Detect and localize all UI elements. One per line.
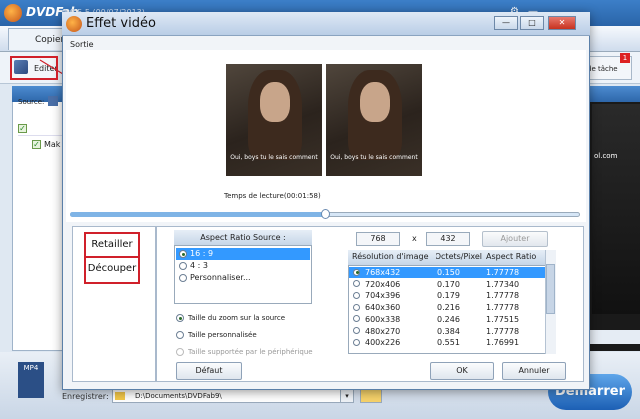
table-scrollbar-thumb[interactable] [546, 264, 555, 314]
item-label: Mak [44, 140, 61, 149]
aspect-ratio-header: Aspect Ratio Source : [174, 230, 312, 246]
source-video-frame: Oui, boys tu le sais comment [226, 64, 322, 176]
video-subtitle: Oui, boys tu le sais comment [230, 154, 318, 161]
seek-slider-thumb[interactable] [321, 209, 330, 219]
default-button[interactable]: Défaut [176, 362, 242, 380]
table-cell-ratio: 1.77340 [486, 279, 520, 289]
table-cell-bpp: 0.246 [437, 314, 460, 324]
preview-video [592, 104, 640, 314]
browse-folder-button[interactable] [360, 389, 382, 403]
aspect-ratio-option[interactable]: 16 : 9 [176, 248, 310, 260]
table-cell-bpp: 0.216 [437, 303, 460, 313]
radio-icon [353, 338, 360, 346]
table-cell-ratio: 1.77778 [486, 268, 520, 277]
radio-icon [353, 303, 360, 311]
radio-icon [353, 268, 360, 276]
table-cell-ratio: 1.77515 [486, 314, 520, 324]
zoom-source-label: Taille du zoom sur la source [188, 314, 286, 322]
height-field[interactable]: 432 [426, 232, 470, 246]
aspect-ratio-option[interactable]: Personnaliser... [176, 272, 310, 284]
table-cell-bpp: 0.170 [437, 279, 460, 289]
radio-icon [353, 327, 360, 334]
tab-crop[interactable]: Retailler [84, 232, 140, 258]
radio-icon [179, 274, 187, 282]
folder-small-icon [115, 392, 125, 400]
output-video-frame: Oui, boys tu le sais comment [326, 64, 422, 176]
table-cell-resolution: 720x406 [365, 279, 401, 289]
add-button[interactable]: Ajouter [482, 231, 548, 247]
table-cell-ratio: 1.76991 [486, 338, 520, 348]
seek-slider-fill [70, 212, 325, 217]
mp4-profile-icon[interactable]: MP4 [18, 362, 44, 398]
radio-icon [353, 280, 360, 288]
column-header-resolution[interactable]: Résolution d'image [352, 252, 429, 261]
table-cell-bpp: 0.150 [437, 268, 460, 277]
radio-icon [353, 315, 360, 323]
custom-size-label: Taille personnalisée [188, 331, 257, 339]
video-content [260, 82, 290, 122]
device-size-label: Taille supportée par le périphérique [188, 348, 313, 356]
table-cell-ratio: 1.77778 [486, 291, 520, 301]
save-label: Enregistrer: [62, 392, 109, 401]
table-cell-resolution: 480x270 [365, 326, 401, 336]
aspect-ratio-option-label: Personnaliser... [190, 273, 251, 282]
item-checkbox[interactable]: ✓ [32, 140, 41, 149]
table-cell-bpp: 0.179 [437, 291, 460, 301]
select-all-row: ✓ [18, 122, 64, 136]
width-field[interactable]: 768 [356, 232, 400, 246]
tab-cut[interactable]: Découper [84, 258, 140, 284]
table-row[interactable]: 600x338 0.246 1.77515 [349, 314, 548, 325]
table-cell-resolution: 768x432 [365, 268, 401, 277]
close-button[interactable]: ✕ [548, 16, 576, 30]
maximize-button[interactable]: □ [520, 16, 544, 30]
save-path-field[interactable]: D:\Documents\DVDFab9\ [112, 389, 354, 403]
table-cell-resolution: 704x396 [365, 291, 401, 301]
table-cell-resolution: 600x338 [365, 314, 401, 324]
tab-copy[interactable]: Copier [8, 28, 68, 50]
table-cell-resolution: 400x226 [365, 338, 401, 348]
source-icon[interactable] [48, 96, 58, 106]
zoom-source-radio[interactable] [176, 314, 184, 322]
table-row[interactable]: 704x396 0.179 1.77778 [349, 290, 548, 301]
ok-button[interactable]: OK [430, 362, 494, 380]
volume-slider[interactable] [590, 330, 640, 344]
dvdfab-logo-icon [66, 16, 82, 32]
chevron-down-icon[interactable]: ▾ [340, 389, 354, 403]
table-cell-resolution: 640x360 [365, 303, 401, 313]
source-label: Source: [18, 98, 45, 106]
table-cell-ratio: 1.77778 [486, 303, 520, 313]
aspect-ratio-option[interactable]: 4 : 3 [176, 260, 310, 272]
select-all-checkbox[interactable]: ✓ [18, 124, 27, 133]
table-row[interactable]: 480x270 0.384 1.77778 [349, 326, 548, 337]
dialog-title: Effet vidéo [86, 16, 156, 31]
radio-icon [179, 250, 187, 258]
table-row[interactable]: 400x226 0.551 1.76991 [349, 337, 548, 348]
table-cell-ratio: 1.77778 [486, 326, 520, 336]
device-size-radio[interactable] [176, 348, 184, 356]
radio-icon [353, 291, 360, 299]
times-sign: x [412, 234, 417, 243]
task-count-badge: 1 [620, 53, 630, 63]
video-content [360, 82, 390, 122]
radio-icon [179, 262, 187, 270]
column-header-bpp[interactable]: Octets/Pixel [436, 252, 482, 261]
video-subtitle: Oui, boys tu le sais comment [330, 154, 418, 161]
cancel-button[interactable]: Annuler [502, 362, 566, 380]
table-row[interactable]: 640x360 0.216 1.77778 [349, 302, 548, 313]
preview-url-text: ol.com [594, 152, 618, 160]
table-cell-bpp: 0.384 [437, 326, 460, 336]
table-row[interactable]: 768x432 0.150 1.77778 [349, 267, 548, 278]
custom-size-radio[interactable] [176, 331, 184, 339]
preview-panel-header [590, 86, 640, 102]
column-header-ratio[interactable]: Aspect Ratio [486, 252, 536, 261]
playback-time-label: Temps de lecture(00:01:58) [224, 192, 321, 200]
table-row[interactable]: 720x406 0.170 1.77340 [349, 279, 548, 290]
minimize-button[interactable]: — [494, 16, 518, 30]
output-label: Sortie [70, 40, 94, 49]
dvdfab-logo-icon [4, 4, 22, 22]
annotation-highlight [10, 56, 58, 80]
table-cell-bpp: 0.551 [437, 338, 460, 348]
